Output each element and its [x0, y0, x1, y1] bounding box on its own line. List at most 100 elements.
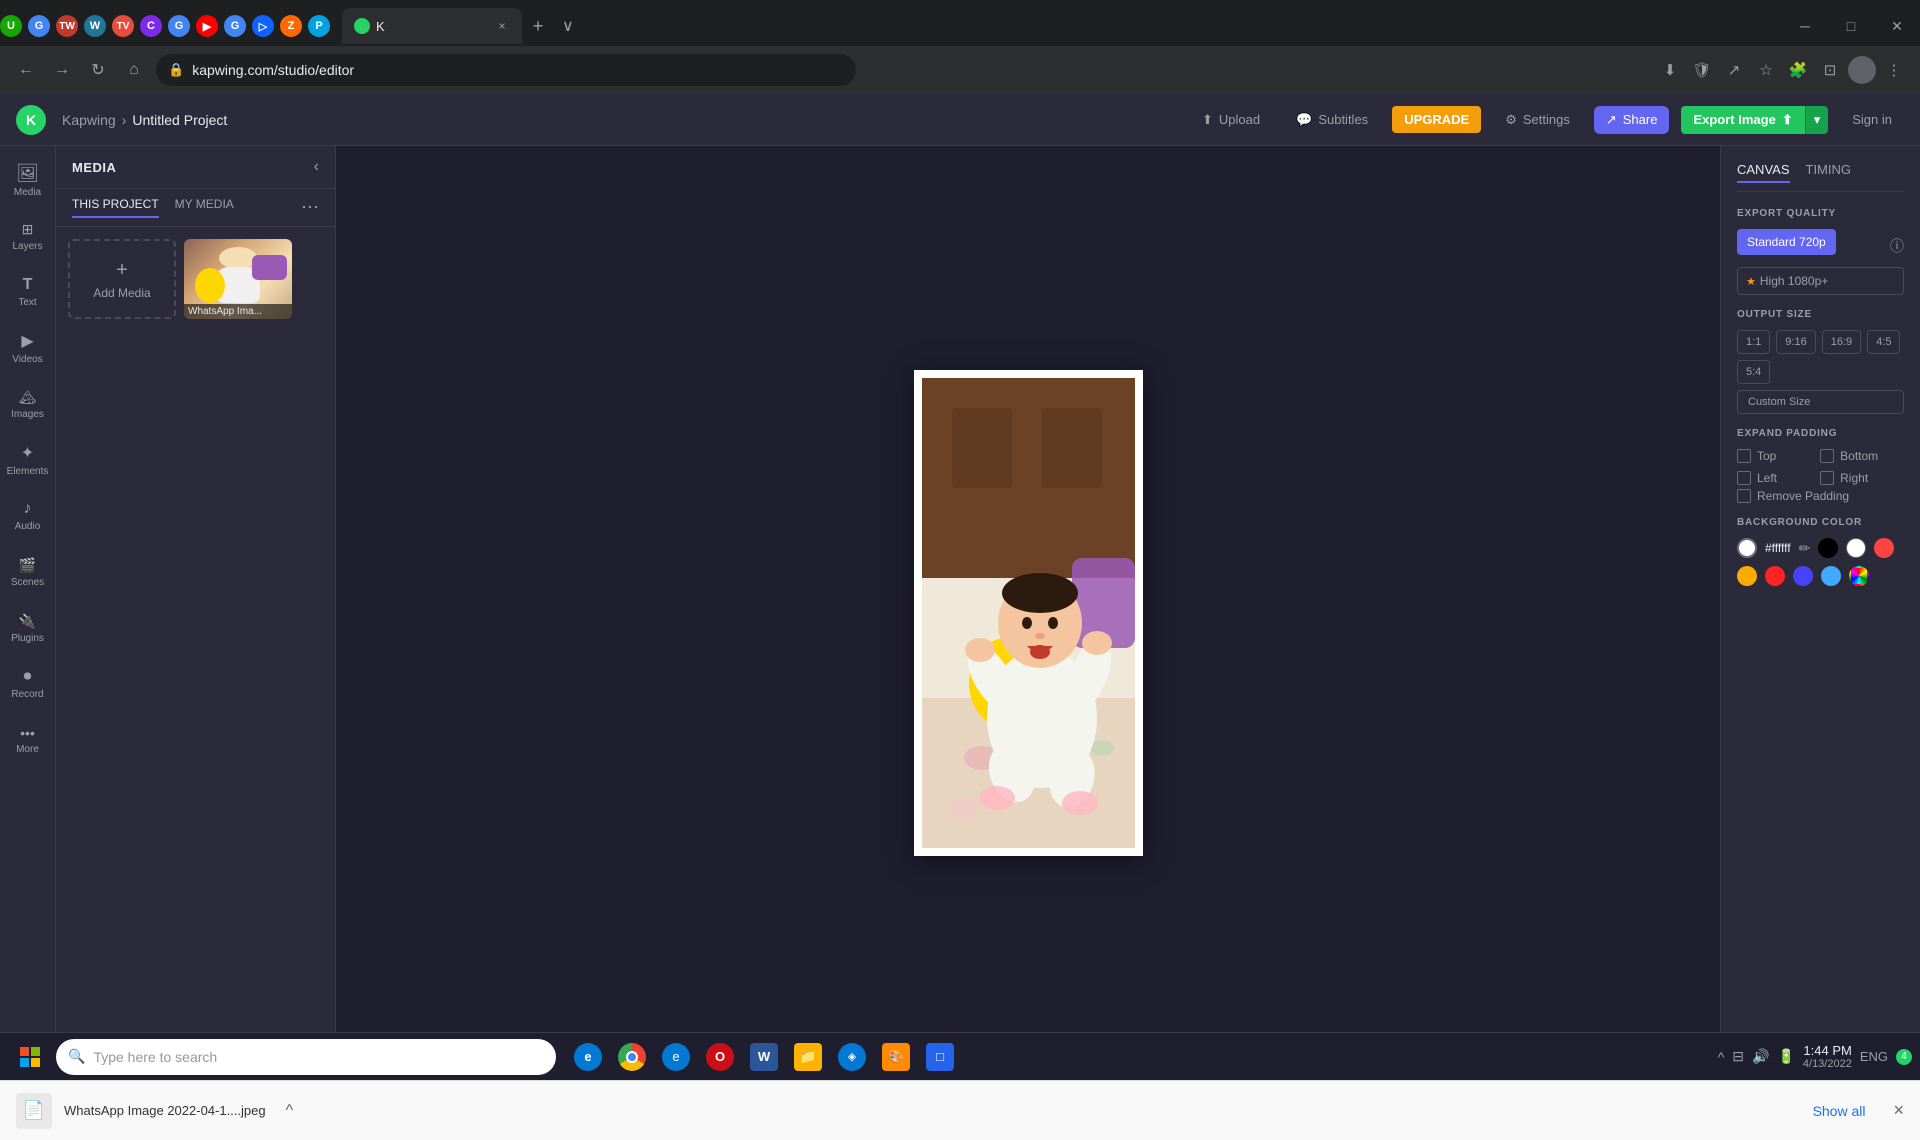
padding-right-checkbox[interactable]: [1820, 471, 1834, 485]
taskbar-app9[interactable]: □: [920, 1037, 960, 1077]
active-tab-kapwing[interactable]: K ×: [342, 8, 522, 44]
show-all-button[interactable]: Show all: [1813, 1103, 1866, 1119]
media-tab-my-media[interactable]: MY MEDIA: [175, 197, 234, 218]
minimize-button[interactable]: ─: [1782, 8, 1828, 44]
taskbar-app7[interactable]: ◈: [832, 1037, 872, 1077]
sidebar-item-text[interactable]: T Text: [3, 266, 53, 318]
tray-battery[interactable]: 🔋: [1777, 1048, 1794, 1065]
taskbar-paint[interactable]: 🎨: [876, 1037, 916, 1077]
padding-left[interactable]: Left: [1737, 471, 1812, 485]
notification-badge[interactable]: 4: [1896, 1049, 1912, 1065]
color-red[interactable]: [1874, 538, 1894, 558]
home-button[interactable]: ⌂: [120, 56, 148, 84]
favicon-canva[interactable]: C: [140, 15, 162, 37]
color-orange[interactable]: [1737, 566, 1757, 586]
taskbar-edge[interactable]: e: [656, 1037, 696, 1077]
size-4-5[interactable]: 4:5: [1867, 330, 1900, 354]
taskbar-search[interactable]: 🔍 Type here to search: [56, 1039, 556, 1075]
color-black[interactable]: [1818, 538, 1838, 558]
project-name[interactable]: Untitled Project: [132, 112, 227, 128]
favicon-google1[interactable]: G: [28, 15, 50, 37]
remove-padding-checkbox[interactable]: [1737, 489, 1751, 503]
bookmark-icon[interactable]: ☆: [1752, 56, 1780, 84]
taskbar-opera[interactable]: O: [700, 1037, 740, 1077]
tray-volume[interactable]: 🔊: [1752, 1048, 1769, 1065]
favicon-google3[interactable]: G: [224, 15, 246, 37]
forward-button[interactable]: →: [48, 56, 76, 84]
settings-button[interactable]: ⚙ Settings: [1493, 106, 1582, 134]
add-media-button[interactable]: + Add Media: [68, 239, 176, 319]
favicon-zapramp[interactable]: Z: [280, 15, 302, 37]
favicon-wordpress[interactable]: W: [84, 15, 106, 37]
export-dropdown-button[interactable]: ▾: [1805, 106, 1829, 134]
size-1-1[interactable]: 1:1: [1737, 330, 1770, 354]
media-thumbnail-0[interactable]: WhatsApp Ima...: [184, 239, 292, 319]
color-rainbow[interactable]: [1849, 566, 1869, 586]
extensions-icon[interactable]: 🧩: [1784, 56, 1812, 84]
shield-icon[interactable]: 🛡: [1688, 56, 1716, 84]
refresh-button[interactable]: ↻: [84, 56, 112, 84]
color-lightblue[interactable]: [1821, 566, 1841, 586]
media-panel-collapse-button[interactable]: ‹: [314, 158, 319, 176]
favicon-youtube1[interactable]: ▶: [196, 15, 218, 37]
maximize-button[interactable]: □: [1828, 8, 1874, 44]
sidebar-item-elements[interactable]: ✦ Elements: [3, 434, 53, 486]
close-button[interactable]: ✕: [1874, 8, 1920, 44]
menu-icon[interactable]: ⋮: [1880, 56, 1908, 84]
padding-top[interactable]: Top: [1737, 449, 1812, 463]
favicon-taskhero[interactable]: TW: [56, 15, 78, 37]
size-5-4[interactable]: 5:4: [1737, 360, 1770, 384]
export-image-button[interactable]: Export Image ⬆: [1681, 106, 1804, 134]
color-white-active[interactable]: [1737, 538, 1757, 558]
taskbar-time[interactable]: 1:44 PM 4/13/2022: [1803, 1043, 1852, 1070]
panel-tab-timing[interactable]: TIMING: [1806, 162, 1852, 183]
panel-tab-canvas[interactable]: CANVAS: [1737, 162, 1790, 183]
share-button[interactable]: ↗ Share: [1594, 106, 1670, 134]
sidebar-item-layers[interactable]: ⊞ Layers: [3, 210, 53, 262]
color-white2[interactable]: [1846, 538, 1866, 558]
padding-top-checkbox[interactable]: [1737, 449, 1751, 463]
download-close-button[interactable]: ×: [1893, 1100, 1904, 1121]
tab-overflow-down[interactable]: ∨: [562, 16, 574, 36]
sidebar-item-plugins[interactable]: 🔌 Plugins: [3, 602, 53, 654]
media-tab-this-project[interactable]: THIS PROJECT: [72, 197, 159, 218]
split-icon[interactable]: ⊡: [1816, 56, 1844, 84]
new-tab-button[interactable]: +: [522, 10, 554, 42]
subtitles-button[interactable]: 💬 Subtitles: [1284, 106, 1380, 134]
profile-avatar[interactable]: [1848, 56, 1876, 84]
favicon-google2[interactable]: G: [168, 15, 190, 37]
custom-size-button[interactable]: Custom Size: [1737, 390, 1904, 414]
taskbar-ie[interactable]: e: [568, 1037, 608, 1077]
download-expand-button[interactable]: ^: [286, 1102, 294, 1120]
export-quality-info[interactable]: ⓘ: [1890, 236, 1904, 256]
taskbar-chrome[interactable]: [612, 1037, 652, 1077]
sidebar-item-more[interactable]: ••• More: [3, 714, 53, 766]
upload-button[interactable]: ⬆ Upload: [1190, 106, 1272, 134]
tab-close-button[interactable]: ×: [494, 18, 510, 34]
padding-bottom-checkbox[interactable]: [1820, 449, 1834, 463]
upgrade-button[interactable]: UPGRADE: [1392, 106, 1481, 133]
signin-button[interactable]: Sign in: [1840, 106, 1904, 133]
tray-chevron[interactable]: ^: [1718, 1049, 1725, 1065]
color-blue[interactable]: [1793, 566, 1813, 586]
back-button[interactable]: ←: [12, 56, 40, 84]
start-button[interactable]: [8, 1035, 52, 1079]
tray-network[interactable]: ⊟: [1732, 1048, 1744, 1065]
sidebar-item-record[interactable]: ⏺ Record: [3, 658, 53, 710]
eyedropper-icon[interactable]: ✏: [1799, 540, 1811, 557]
quality-high-button[interactable]: ★ High 1080p+: [1737, 267, 1904, 295]
taskbar-word[interactable]: W: [744, 1037, 784, 1077]
app-name[interactable]: Kapwing: [62, 112, 116, 128]
canvas-area[interactable]: [336, 146, 1720, 1080]
favicon-pipefy[interactable]: ▷: [252, 15, 274, 37]
size-16-9[interactable]: 16:9: [1822, 330, 1861, 354]
size-9-16[interactable]: 9:16: [1776, 330, 1815, 354]
sidebar-item-videos[interactable]: ▶ Videos: [3, 322, 53, 374]
sidebar-item-audio[interactable]: ♪ Audio: [3, 490, 53, 542]
padding-left-checkbox[interactable]: [1737, 471, 1751, 485]
favicon-pandadoc[interactable]: P: [308, 15, 330, 37]
favicon-upwork[interactable]: U: [0, 15, 22, 37]
padding-right[interactable]: Right: [1820, 471, 1895, 485]
padding-bottom[interactable]: Bottom: [1820, 449, 1895, 463]
download-icon[interactable]: ⬇: [1656, 56, 1684, 84]
